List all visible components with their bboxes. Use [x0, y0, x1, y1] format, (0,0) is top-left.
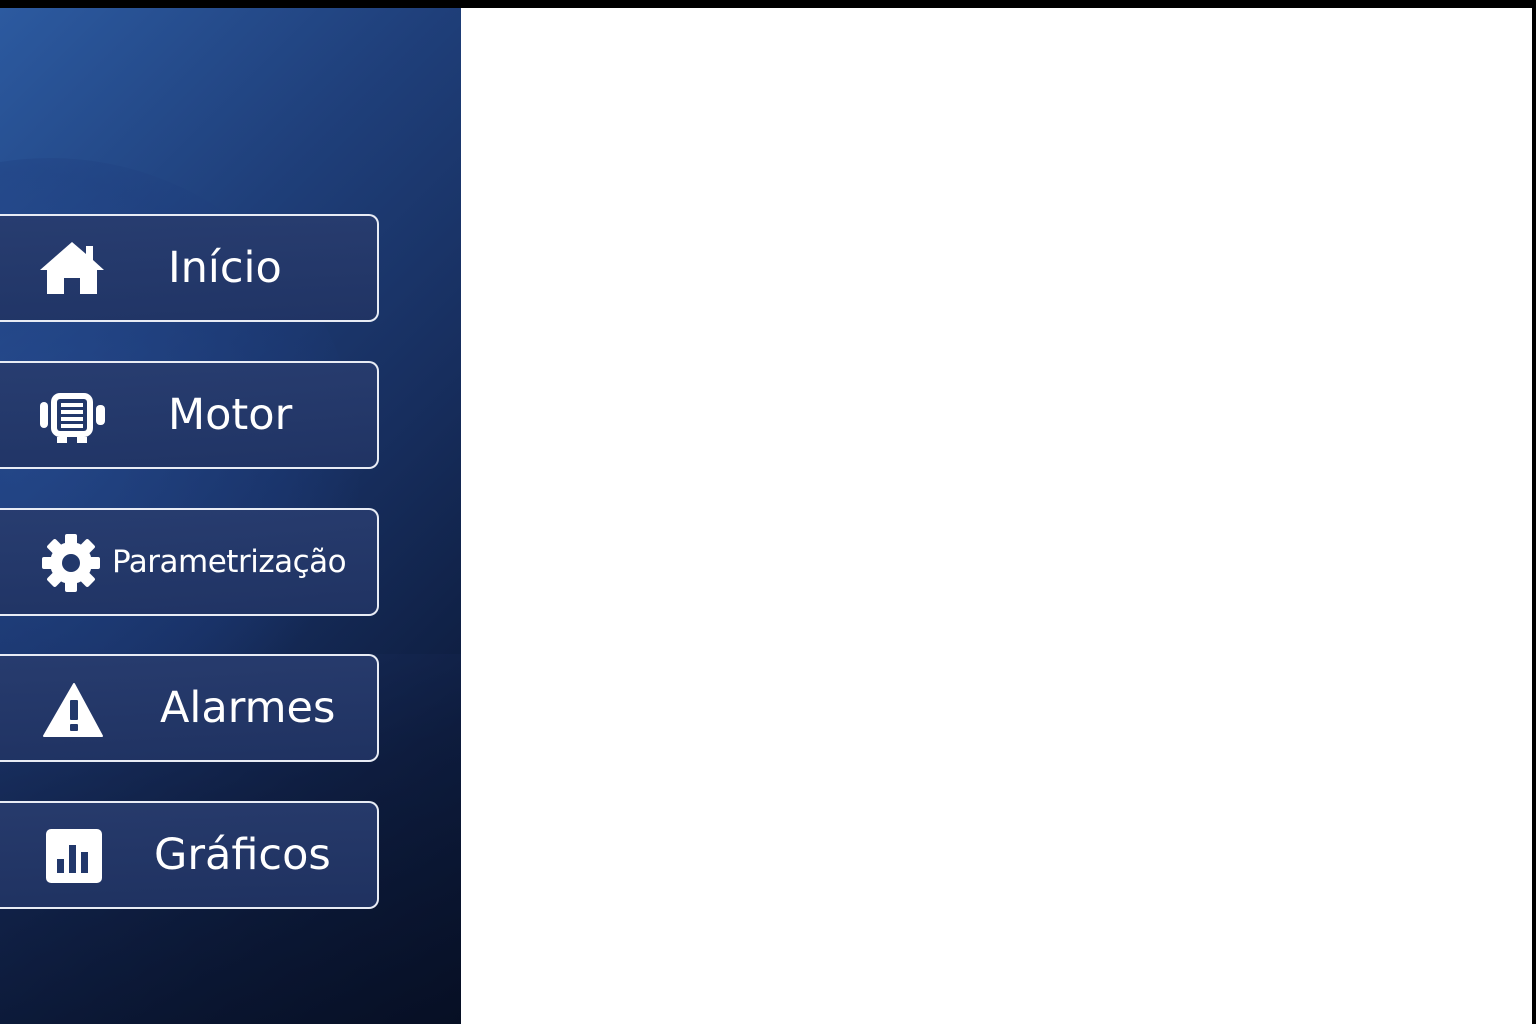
sidebar-item-label: Alarmes	[160, 683, 336, 733]
content-area	[461, 8, 1532, 1024]
sidebar-item-motor[interactable]: Motor	[0, 361, 379, 469]
bar-chart-icon	[36, 825, 108, 887]
gear-icon	[40, 532, 102, 594]
sidebar-item-inicio[interactable]: Início	[0, 214, 379, 322]
sidebar-item-alarmes[interactable]: Alarmes	[0, 654, 379, 762]
sidebar-item-label: Parametrização	[112, 544, 347, 580]
sidebar: Início Motor Parametrização Alarmes Gráf…	[0, 8, 461, 1024]
sidebar-item-label: Gráficos	[154, 830, 331, 880]
home-icon	[36, 238, 108, 300]
sidebar-item-label: Início	[168, 243, 282, 293]
warning-icon	[36, 678, 108, 740]
sidebar-item-label: Motor	[168, 390, 293, 440]
motor-icon	[36, 385, 108, 447]
sidebar-item-parametrizacao[interactable]: Parametrização	[0, 508, 379, 616]
sidebar-item-graficos[interactable]: Gráficos	[0, 801, 379, 909]
window-frame: Início Motor Parametrização Alarmes Gráf…	[0, 0, 1536, 1024]
